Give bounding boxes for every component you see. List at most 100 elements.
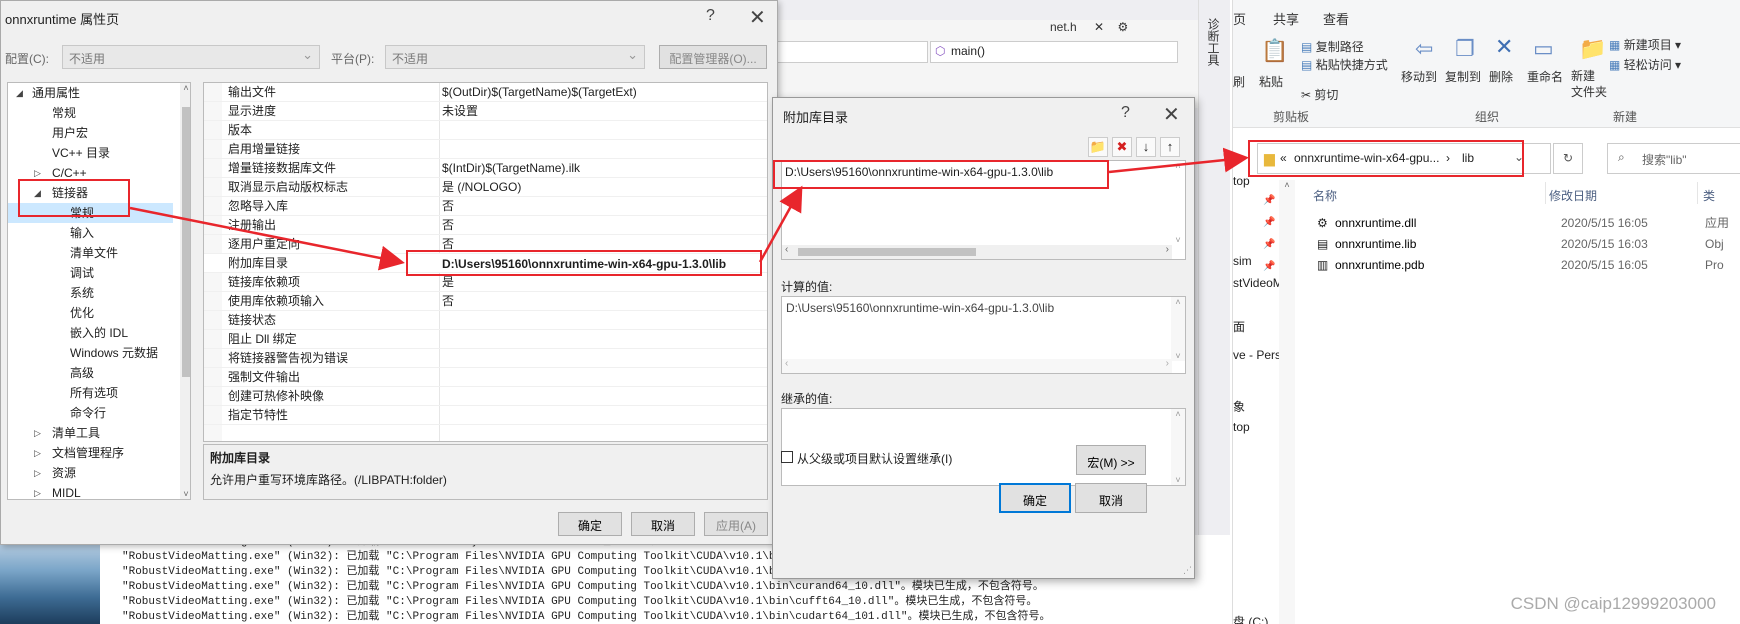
expand-arrow-icon[interactable]: ▷: [34, 443, 41, 463]
column-divider[interactable]: [1697, 182, 1698, 204]
tree-item-user-macros[interactable]: 用户宏: [8, 123, 173, 143]
column-divider[interactable]: [1545, 182, 1546, 204]
paste-shortcut-button[interactable]: ▤ 粘贴快捷方式: [1301, 56, 1388, 73]
tree-item-linker-input[interactable]: 输入: [8, 223, 173, 243]
tree-scrollbar-thumb[interactable]: [182, 107, 190, 377]
grid-row[interactable]: 输出文件 $(OutDir)$(TargetName)$(TargetExt): [204, 83, 767, 102]
tree-item-manifest-tool[interactable]: ▷ 清单工具: [8, 423, 173, 443]
grid-row[interactable]: 增量链接数据库文件 $(IntDir)$(TargetName).ilk: [204, 159, 767, 178]
search-input[interactable]: ⌕ 搜索"lib": [1607, 143, 1740, 174]
column-header-date[interactable]: 修改日期: [1549, 187, 1597, 204]
nav-item[interactable]: 面: [1233, 318, 1245, 335]
move-down-icon[interactable]: ↓: [1136, 137, 1156, 157]
easy-access-button[interactable]: ▦ 轻松访问 ▾: [1609, 56, 1681, 73]
scroll-left-icon[interactable]: ‹: [785, 244, 788, 255]
cancel-button[interactable]: 取消: [631, 512, 695, 536]
hscroll-thumb[interactable]: [798, 248, 976, 256]
copy-to-icon[interactable]: ❐: [1455, 36, 1475, 62]
refresh-icon[interactable]: ↻: [1553, 143, 1583, 174]
grid-row[interactable]: 将链接器警告视为错误: [204, 349, 767, 368]
tree-item-advanced[interactable]: 高级: [8, 363, 173, 383]
grid-row[interactable]: 取消显示启动版权标志 是 (/NOLOGO): [204, 178, 767, 197]
rename-icon[interactable]: ▭: [1533, 36, 1554, 62]
vs-function-combo[interactable]: ⬡ main(): [930, 41, 1178, 63]
grid-row[interactable]: 阻止 Dll 绑定: [204, 330, 767, 349]
tree-item-windows-metadata[interactable]: Windows 元数据: [8, 343, 173, 363]
move-to-icon[interactable]: ⇦: [1415, 36, 1433, 62]
scroll-down-icon[interactable]: ˅: [1171, 235, 1185, 245]
help-button[interactable]: ?: [1121, 104, 1130, 122]
close-button[interactable]: ✕: [1163, 102, 1180, 127]
move-up-icon[interactable]: ↑: [1160, 137, 1180, 157]
grid-row[interactable]: 使用库依赖项输入 否: [204, 292, 767, 311]
config-manager-button[interactable]: 配置管理器(O)...: [659, 45, 767, 69]
apply-button[interactable]: 应用(A): [704, 512, 768, 536]
scroll-up-icon[interactable]: ˄: [1279, 180, 1295, 190]
expand-arrow-icon[interactable]: ▷: [34, 463, 41, 483]
vs-scope-combo[interactable]: [775, 41, 928, 63]
scroll-up-icon[interactable]: ˄: [1171, 409, 1185, 419]
scroll-down-icon[interactable]: ˅: [1171, 351, 1185, 361]
inherited-vscrollbar[interactable]: ˄ ˅: [1171, 409, 1185, 485]
ok-button[interactable]: 确定: [558, 512, 622, 536]
tree-scrollbar[interactable]: ˄ ˅: [180, 83, 190, 499]
gear-icon[interactable]: ⚙: [1117, 20, 1128, 34]
file-row[interactable]: ▤ onnxruntime.lib 2020/5/15 16:03 Obj: [1313, 234, 1733, 255]
grid-row[interactable]: 注册输出 否: [204, 216, 767, 235]
grid-row[interactable]: 忽略导入库 否: [204, 197, 767, 216]
computed-vscrollbar[interactable]: ˄ ˅: [1171, 297, 1185, 361]
help-button[interactable]: ?: [706, 7, 715, 25]
tree-item-embedded-idl[interactable]: 嵌入的 IDL: [8, 323, 173, 343]
delete-label[interactable]: 删除: [1489, 68, 1513, 85]
diagnostic-tools-tab[interactable]: 诊断工具: [1205, 18, 1222, 66]
platform-select[interactable]: 不适用: [385, 45, 645, 69]
inherit-checkbox[interactable]: [781, 451, 793, 463]
tree-item-vc-directories[interactable]: VC++ 目录: [8, 143, 173, 163]
list-hscrollbar[interactable]: ‹ ›: [782, 244, 1172, 259]
ribbon-tab-view[interactable]: 查看: [1323, 9, 1349, 28]
tree-item-debugging[interactable]: 调试: [8, 263, 173, 283]
ok-button[interactable]: 确定: [999, 483, 1071, 513]
scroll-up-icon[interactable]: ˄: [1171, 161, 1185, 171]
computed-hscrollbar[interactable]: ‹ ›: [782, 358, 1172, 373]
scroll-left-icon[interactable]: ‹: [785, 358, 788, 369]
cancel-button[interactable]: 取消: [1075, 483, 1147, 513]
scroll-up-icon[interactable]: ˄: [180, 83, 190, 93]
paste-icon[interactable]: 📋: [1261, 38, 1288, 64]
inherit-checkbox-label[interactable]: 从父级或项目默认设置继承(I): [797, 450, 952, 467]
resize-grip-icon[interactable]: ⋰: [1183, 565, 1192, 576]
grid-row[interactable]: 版本: [204, 121, 767, 140]
new-folder-icon[interactable]: 📁: [1579, 36, 1606, 62]
new-folder-label[interactable]: 新建 文件夹: [1571, 68, 1607, 100]
scroll-down-icon[interactable]: ˅: [180, 489, 190, 499]
collapse-arrow-icon[interactable]: ◢: [16, 83, 23, 103]
grid-row[interactable]: 启用增量链接: [204, 140, 767, 159]
vs-tab-net-h[interactable]: net.h ✕ ⚙: [1050, 20, 1128, 34]
grid-row[interactable]: 创建可热修补映像: [204, 387, 767, 406]
nav-item[interactable]: sim: [1233, 254, 1252, 268]
tree-item-manifest-file[interactable]: 清单文件: [8, 243, 173, 263]
scroll-down-icon[interactable]: ˅: [1171, 475, 1185, 485]
tree-item-optimization[interactable]: 优化: [8, 303, 173, 323]
macros-button[interactable]: 宏(M) >>: [1076, 445, 1146, 475]
delete-line-icon[interactable]: ✖: [1112, 137, 1132, 157]
file-row[interactable]: ⚙ onnxruntime.dll 2020/5/15 16:05 应用: [1313, 213, 1733, 234]
nav-item[interactable]: 盘 (C:): [1233, 613, 1268, 624]
nav-item[interactable]: stVideoM: [1233, 276, 1283, 290]
scroll-right-icon[interactable]: ›: [1166, 358, 1169, 369]
nav-scrollbar[interactable]: ˄: [1279, 180, 1295, 624]
grid-row[interactable]: 强制文件输出: [204, 368, 767, 387]
tree-item-xml-doc[interactable]: ▷ 文档管理程序: [8, 443, 173, 463]
column-header-type[interactable]: 类: [1703, 187, 1715, 204]
tab-close-icon[interactable]: ✕: [1094, 20, 1104, 34]
move-to-label[interactable]: 移动到: [1401, 68, 1437, 85]
tree-item-system[interactable]: 系统: [8, 283, 173, 303]
grid-row[interactable]: 显示进度 未设置: [204, 102, 767, 121]
tree-item-general[interactable]: 常规: [8, 103, 173, 123]
column-header-name[interactable]: 名称: [1313, 187, 1337, 204]
config-select[interactable]: 不适用: [62, 45, 320, 69]
rename-label[interactable]: 重命名: [1527, 68, 1563, 85]
close-button[interactable]: ✕: [749, 5, 766, 30]
scroll-up-icon[interactable]: ˄: [1171, 297, 1185, 307]
tree-item-resources[interactable]: ▷ 资源: [8, 463, 173, 483]
